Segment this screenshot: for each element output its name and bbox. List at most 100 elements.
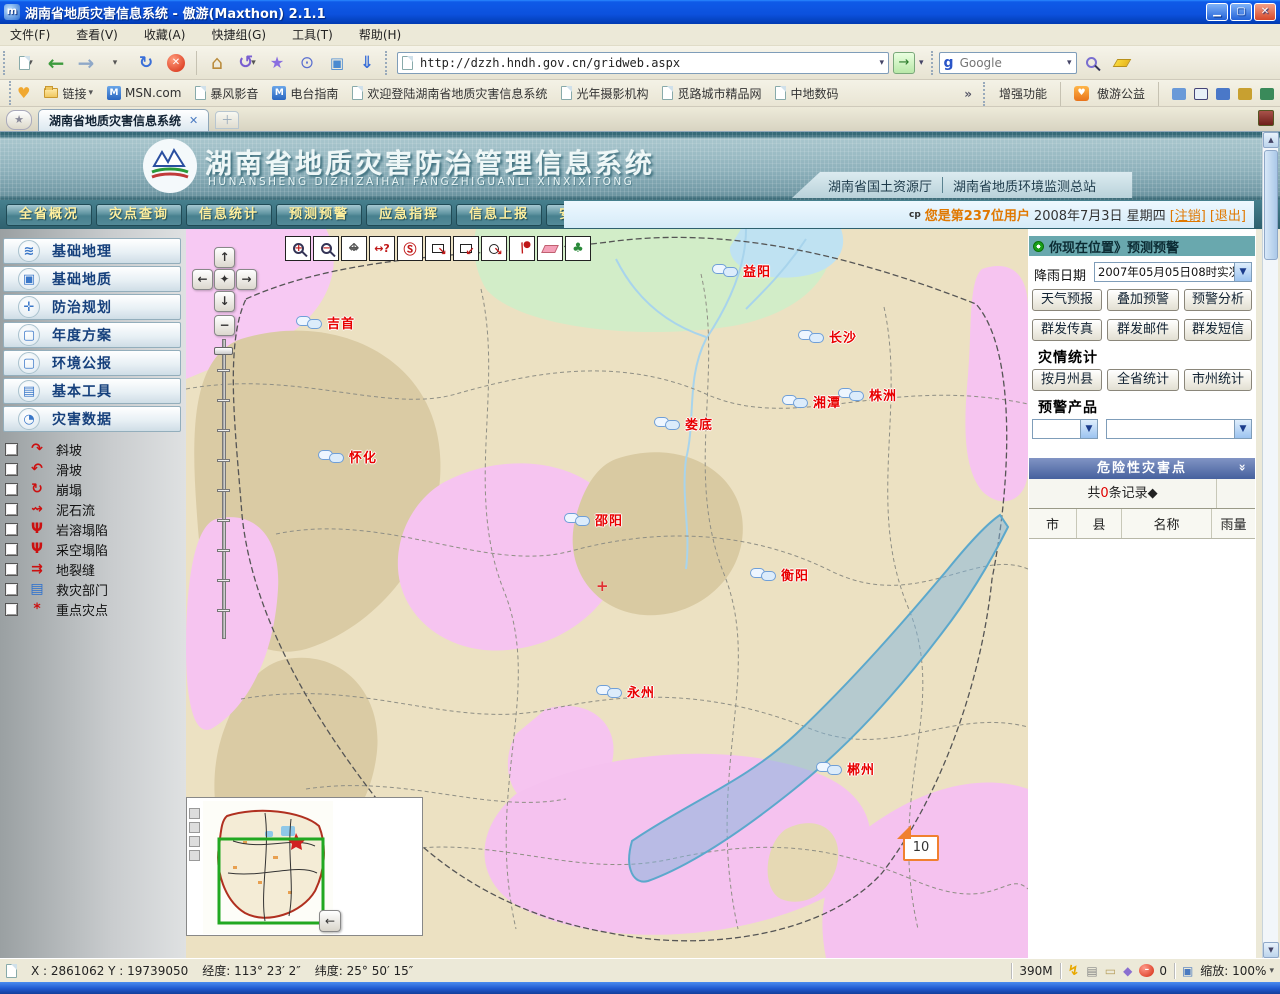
layer-checkbox[interactable]: [5, 603, 18, 616]
sidebar-section-base-geography[interactable]: ≋基础地理: [3, 238, 181, 264]
pan-left-button[interactable]: ←: [192, 269, 213, 290]
resize-icon[interactable]: ▣: [1182, 964, 1193, 978]
pen-tools-icon[interactable]: [1238, 88, 1252, 100]
map-draw-point-button[interactable]: ∕●: [509, 236, 535, 261]
pan-right-button[interactable]: →: [236, 269, 257, 290]
sidebar-section-base-geology[interactable]: ▣基础地质: [3, 266, 181, 292]
map-zoom-in-button[interactable]: +: [285, 236, 311, 261]
proxy-icon[interactable]: [1172, 88, 1186, 100]
menu-favorites[interactable]: 收藏(A): [144, 26, 186, 43]
undo-icon[interactable]: ↺▾: [234, 50, 260, 76]
overview-collapse-button[interactable]: ←: [319, 910, 341, 932]
link-hunan-geo[interactable]: 欢迎登陆湖南省地质灾害信息系统: [352, 85, 547, 102]
layer-checkbox[interactable]: [5, 463, 18, 476]
sidebar-section-env-report[interactable]: ▢环境公报: [3, 350, 181, 376]
group-fax-button[interactable]: 群发传真: [1032, 319, 1102, 341]
links-folder[interactable]: 链接▾: [44, 85, 93, 102]
link-zhongdi[interactable]: 中地数码: [775, 85, 838, 102]
blocked-count-icon[interactable]: –: [1139, 964, 1154, 977]
map-rect-select-button[interactable]: ↘: [425, 236, 451, 261]
map-pan-hand-button[interactable]: ↔↕: [341, 236, 367, 261]
printer-icon[interactable]: ▤: [1086, 964, 1097, 978]
nav-tab-forecast[interactable]: 预测预警: [276, 204, 362, 226]
filter-diamond-icon[interactable]: ◆: [1123, 964, 1132, 978]
city-marker-zhuzhou[interactable]: 株洲: [838, 385, 897, 404]
sidebar-section-prevention-plan[interactable]: ✛防治规划: [3, 294, 181, 320]
sidebar-section-basic-tools[interactable]: ▤基本工具: [3, 378, 181, 404]
overview-tool-icon[interactable]: [189, 836, 200, 847]
city-marker-chenzhou[interactable]: 郴州: [816, 759, 875, 778]
product-select-large[interactable]: ▼: [1106, 419, 1252, 439]
scroll-down-arrow[interactable]: ▼: [1263, 942, 1279, 958]
download-icon[interactable]: ⇓: [354, 50, 380, 76]
map-canvas[interactable]: + − ↔↕ ↔? Ⓢ ↘ ↙ ↘ ∕● ♣ ↑ ← ✦ → ↓ − 吉首 益阳…: [186, 229, 1028, 958]
overview-tool-icon[interactable]: [189, 822, 200, 833]
collapse-chevrons-icon[interactable]: »: [1232, 464, 1253, 474]
search-box[interactable]: g ▾: [939, 52, 1077, 74]
product-select-small[interactable]: ▼: [1032, 419, 1098, 439]
scroll-thumb[interactable]: [1264, 150, 1278, 260]
overview-map-image[interactable]: [203, 801, 333, 934]
overview-tool-icon[interactable]: [189, 808, 200, 819]
new-tab-button[interactable]: ＋: [215, 111, 239, 129]
new-page-icon[interactable]: ▾: [13, 50, 39, 76]
map-rect-deselect-button[interactable]: ↙: [453, 236, 479, 261]
map-zoom-out-button[interactable]: −: [313, 236, 339, 261]
group-email-button[interactable]: 群发邮件: [1107, 319, 1179, 341]
rain-date-select[interactable]: 2007年05月05日08时实况▼: [1094, 262, 1252, 282]
org-link-guotu[interactable]: 湖南省国土资源厅: [828, 176, 932, 195]
enhance-features-link[interactable]: 增强功能: [999, 85, 1047, 102]
nav-tab-report[interactable]: 信息上报: [456, 204, 542, 226]
city-marker-yongzhou[interactable]: 永州: [596, 682, 655, 701]
refresh-icon[interactable]: ↻: [133, 50, 159, 76]
close-button[interactable]: ✕: [1254, 3, 1276, 21]
map-layers-tree-button[interactable]: ♣: [565, 236, 591, 261]
map-measure-button[interactable]: ↔?: [369, 236, 395, 261]
layer-checkbox[interactable]: [5, 563, 18, 576]
vertical-scrollbar[interactable]: ▲ ▼: [1262, 132, 1278, 958]
layer-checkbox[interactable]: [5, 503, 18, 516]
back-icon[interactable]: ←: [43, 50, 69, 76]
history-clock-icon[interactable]: ⊙: [294, 50, 320, 76]
magic-wand-icon[interactable]: ★: [264, 50, 290, 76]
sidebar-section-disaster-data[interactable]: ◔灾害数据: [3, 406, 181, 432]
forward-icon[interactable]: →: [73, 50, 99, 76]
layer-checkbox[interactable]: [5, 583, 18, 596]
tab-close-icon[interactable]: ✕: [189, 114, 198, 127]
minimize-button[interactable]: ▁: [1206, 3, 1228, 21]
search-input[interactable]: [958, 55, 1063, 71]
overview-tool-icon[interactable]: [189, 850, 200, 861]
nav-tab-stats[interactable]: 信息统计: [186, 204, 272, 226]
city-marker-jishou[interactable]: 吉首: [296, 313, 355, 332]
city-marker-huaihua[interactable]: 怀化: [318, 447, 377, 466]
tab-active[interactable]: 湖南省地质灾害信息系统 ✕: [38, 109, 209, 131]
org-link-jiance[interactable]: 湖南省地质环境监测总站: [953, 176, 1096, 195]
layer-checkbox[interactable]: [5, 543, 18, 556]
layer-checkbox[interactable]: [5, 523, 18, 536]
warning-analysis-button[interactable]: 预警分析: [1184, 289, 1252, 311]
window-mini-icon[interactable]: [1194, 88, 1208, 100]
monthly-county-button[interactable]: 按月州县: [1032, 369, 1102, 391]
address-dropdown-icon[interactable]: ▾: [879, 58, 884, 68]
map-scale-button[interactable]: Ⓢ: [397, 236, 423, 261]
tab-list-icon[interactable]: [1258, 110, 1274, 126]
menu-tools[interactable]: 工具(T): [292, 26, 333, 43]
maxthon-charity-icon[interactable]: ♥: [1074, 86, 1089, 101]
map-circle-select-button[interactable]: ↘: [481, 236, 507, 261]
cube-icon[interactable]: [1260, 88, 1274, 100]
city-marker-yiyang[interactable]: 益阳: [712, 261, 771, 280]
boost-lightning-icon[interactable]: ↯: [1068, 963, 1080, 979]
danger-sites-header[interactable]: 危险性灾害点 »: [1029, 458, 1255, 479]
exit-link[interactable]: [退出]: [1210, 205, 1246, 224]
zoom-minus-button[interactable]: −: [214, 315, 235, 336]
stop-icon[interactable]: ✕: [163, 50, 189, 76]
nav-tab-overview[interactable]: 全省概况: [6, 204, 92, 226]
pan-down-button[interactable]: ↓: [214, 291, 235, 312]
layer-checkbox[interactable]: [5, 483, 18, 496]
link-radio[interactable]: M电台指南: [272, 85, 338, 102]
home-icon[interactable]: ⌂: [204, 50, 230, 76]
logout-link[interactable]: [注销]: [1170, 205, 1206, 224]
tab-star-icon[interactable]: ★: [6, 110, 32, 130]
go-dropdown-icon[interactable]: ▾: [919, 58, 924, 68]
link-milu[interactable]: 觅路城市精品网: [662, 85, 761, 102]
